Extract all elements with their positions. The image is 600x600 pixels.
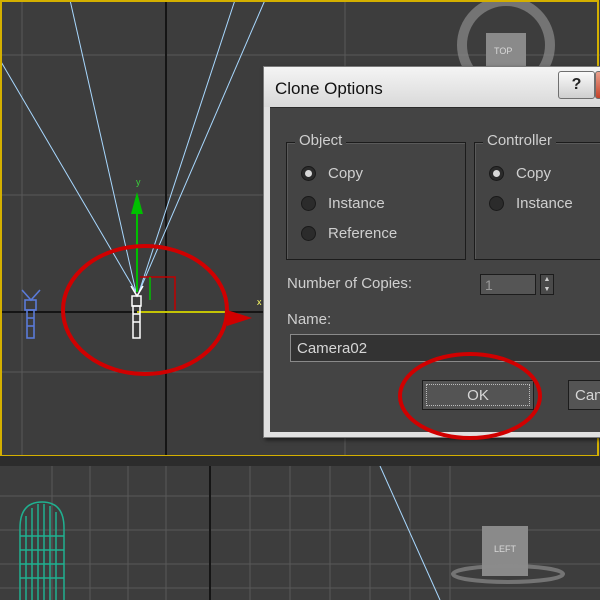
controller-copy-radio-option[interactable]: Copy xyxy=(489,163,551,183)
copies-spinner[interactable]: ▲ ▼ xyxy=(540,274,554,295)
object-copy-radio[interactable] xyxy=(301,165,316,181)
object-copy-radio-option[interactable]: Copy xyxy=(301,163,363,183)
clone-options-dialog: Clone Options ? ✕ Object Copy Instance R… xyxy=(263,66,600,438)
object-instance-radio[interactable] xyxy=(301,195,316,211)
object-group: Object Copy Instance Reference xyxy=(286,132,466,260)
object-reference-label: Reference xyxy=(328,224,398,242)
object-reference-radio-option[interactable]: Reference xyxy=(301,223,397,243)
controller-instance-radio[interactable] xyxy=(489,195,504,211)
object-reference-radio[interactable] xyxy=(301,225,316,241)
help-button[interactable]: ? xyxy=(558,71,595,99)
controller-copy-label: Copy xyxy=(516,164,552,182)
dialog-title: Clone Options xyxy=(275,79,383,98)
controller-copy-radio[interactable] xyxy=(489,165,504,181)
controller-instance-label: Instance xyxy=(516,194,573,212)
application-window: y x TOP LEFT Clone Options ? Object Copy… xyxy=(0,0,600,600)
object-instance-radio-option[interactable]: Instance xyxy=(301,193,385,213)
close-button[interactable]: ✕ xyxy=(595,71,600,99)
spinner-down-icon[interactable]: ▼ xyxy=(541,285,553,295)
controller-group-title: Controller xyxy=(483,132,557,149)
spinner-up-icon[interactable]: ▲ xyxy=(541,275,553,285)
controller-instance-radio-option[interactable]: Instance xyxy=(489,193,573,213)
dialog-titlebar[interactable]: Clone Options ? ✕ xyxy=(264,67,600,107)
name-label: Name: xyxy=(287,311,332,328)
ok-focus-rect xyxy=(426,384,530,406)
cancel-button[interactable]: Canc xyxy=(568,380,600,410)
name-input[interactable]: Camera02 xyxy=(290,334,600,362)
ok-button[interactable]: OK xyxy=(422,380,534,410)
copies-label: Number of Copies: xyxy=(287,275,413,292)
number-of-copies-input[interactable]: 1 xyxy=(480,274,536,295)
object-group-title: Object xyxy=(295,132,347,149)
viewport-divider[interactable] xyxy=(0,456,600,466)
object-instance-label: Instance xyxy=(328,194,385,212)
gizmo-y-label: y xyxy=(136,177,141,187)
object-copy-label: Copy xyxy=(328,164,364,182)
controller-group: Controller Copy Instance xyxy=(474,132,600,260)
left-viewport[interactable] xyxy=(0,466,600,600)
dialog-client-area: Object Copy Instance Reference Controlle… xyxy=(270,107,600,432)
viewcube-left-label[interactable]: LEFT xyxy=(494,544,516,554)
viewcube-top-label[interactable]: TOP xyxy=(494,46,512,56)
gizmo-x-label: x xyxy=(257,297,262,307)
